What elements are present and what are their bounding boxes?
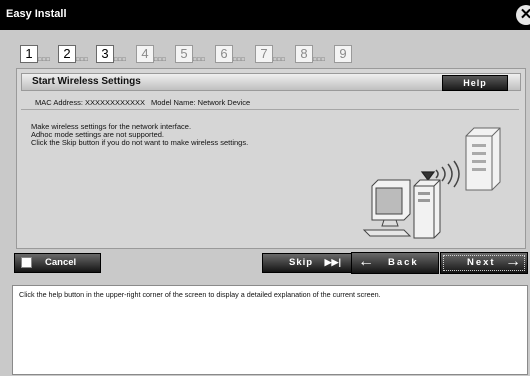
help-text: Click the help button in the upper-right… bbox=[19, 290, 381, 299]
step-3: 3 □□□ bbox=[96, 45, 140, 63]
next-label: Next bbox=[467, 257, 496, 268]
back-label: Back bbox=[388, 257, 419, 268]
title-bar: Easy Install ✕ bbox=[0, 0, 530, 30]
step-number: 5 bbox=[175, 45, 193, 63]
step-9: 9 bbox=[334, 45, 378, 63]
step-number: 6 bbox=[215, 45, 233, 63]
cancel-label: Cancel bbox=[45, 257, 77, 268]
description: Make wireless settings for the network i… bbox=[31, 123, 248, 147]
step-number: 2 bbox=[58, 45, 76, 63]
step-dots: □□□ bbox=[313, 57, 326, 63]
window-title: Easy Install bbox=[6, 8, 67, 20]
step-number: 4 bbox=[136, 45, 154, 63]
step-number: 9 bbox=[334, 45, 352, 63]
wireless-device-illustration bbox=[362, 127, 501, 239]
step-dots: □□□ bbox=[114, 57, 127, 63]
arrow-left-icon: ← bbox=[358, 253, 374, 270]
step-number: 3 bbox=[96, 45, 114, 63]
step-dots: □□□ bbox=[193, 57, 206, 63]
step-8: 8 □□□ bbox=[295, 45, 339, 63]
close-icon[interactable]: ✕ bbox=[516, 5, 530, 25]
section-header: Start Wireless Settings Help bbox=[21, 73, 521, 91]
step-5: 5 □□□ bbox=[175, 45, 219, 63]
arrow-right-icon: → bbox=[505, 253, 521, 270]
next-button[interactable]: Next → bbox=[440, 252, 528, 274]
skip-forward-icon: ▶▶| bbox=[324, 257, 341, 267]
step-number: 7 bbox=[255, 45, 273, 63]
description-line: Click the Skip button if you do not want… bbox=[31, 138, 249, 147]
step-dots: □□□ bbox=[38, 57, 51, 63]
help-button[interactable]: Help bbox=[442, 75, 508, 91]
back-button[interactable]: ← Back bbox=[351, 252, 439, 274]
step-4: 4 □□□ bbox=[136, 45, 180, 63]
cancel-square-icon bbox=[21, 257, 32, 268]
model-name: Model Name: Network Device bbox=[151, 98, 251, 107]
skip-button[interactable]: Skip ▶▶| bbox=[262, 253, 352, 273]
computer-icon bbox=[362, 179, 441, 239]
step-dots: □□□ bbox=[154, 57, 167, 63]
router-icon bbox=[465, 127, 501, 191]
navigation-bar: Cancel Skip ▶▶| ← Back Next → bbox=[14, 252, 528, 275]
main-panel: Start Wireless Settings Help MAC Address… bbox=[16, 68, 526, 249]
step-6: 6 □□□ bbox=[215, 45, 259, 63]
device-info: MAC Address: XXXXXXXXXXXX Model Name: Ne… bbox=[21, 95, 519, 110]
step-dots: □□□ bbox=[273, 57, 286, 63]
step-dots: □□□ bbox=[233, 57, 246, 63]
step-dots: □□□ bbox=[76, 57, 89, 63]
step-number: 8 bbox=[295, 45, 313, 63]
skip-label: Skip bbox=[289, 257, 314, 268]
mac-address: MAC Address: XXXXXXXXXXXX bbox=[35, 98, 146, 107]
step-7: 7 □□□ bbox=[255, 45, 299, 63]
page-title: Start Wireless Settings bbox=[32, 76, 141, 87]
step-number: 1 bbox=[20, 45, 38, 63]
help-text-area: Click the help button in the upper-right… bbox=[12, 285, 528, 375]
cancel-button[interactable]: Cancel bbox=[14, 253, 101, 273]
